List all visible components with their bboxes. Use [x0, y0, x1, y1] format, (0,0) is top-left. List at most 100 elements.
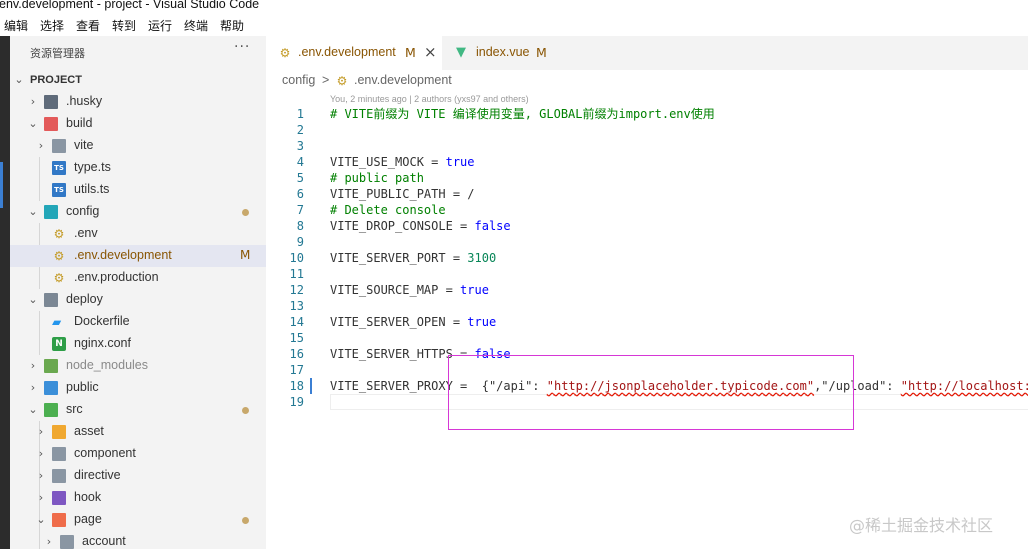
git-modified-badge: M [240, 248, 251, 262]
git-blame-codelens[interactable]: You, 2 minutes ago | 2 authors (yxs97 an… [330, 94, 529, 104]
tab-env-development[interactable]: ⚙ .env.development M × [266, 36, 442, 70]
modified-dot-icon [242, 209, 249, 216]
code-line: 9 [266, 234, 1028, 250]
menu-view[interactable]: 查看 [76, 17, 100, 34]
chevron-down-icon: ⌄ [28, 117, 38, 130]
folder-icon [44, 359, 58, 373]
line-number: 14 [289, 315, 304, 329]
env-file-icon: ⚙ [53, 249, 65, 263]
code-line: 12 VITE_SOURCE_MAP = true [266, 282, 1028, 298]
tree-folder-account[interactable]: › account [10, 531, 266, 549]
tree-label: account [82, 534, 126, 548]
code-line: 11 [266, 266, 1028, 282]
tree-file-utils-ts[interactable]: TS utils.ts [10, 179, 266, 201]
code-text: VITE_DROP_CONSOLE = false [330, 218, 511, 234]
env-file-icon: ⚙ [279, 46, 291, 60]
chevron-right-icon: › [38, 469, 44, 482]
close-icon[interactable]: × [424, 43, 437, 61]
tab-index-vue[interactable]: ▼ index.vue M [442, 36, 568, 70]
tab-label: .env.development [298, 45, 396, 59]
tree-label: type.ts [74, 160, 111, 174]
code-text: VITE_SOURCE_MAP = true [330, 282, 489, 298]
tree-label: .env [74, 226, 98, 240]
tree-label: deploy [66, 292, 103, 306]
tree-folder-asset[interactable]: › asset [10, 421, 266, 443]
watermark: @稀土掘金技术社区 [849, 516, 994, 535]
modified-dot-icon [242, 407, 249, 414]
line-number: 12 [289, 283, 304, 297]
tab-label: index.vue [476, 45, 530, 59]
tree-file-env-production[interactable]: ⚙ .env.production [10, 267, 266, 289]
tree-label: build [66, 116, 93, 130]
chevron-right-icon: › [38, 447, 44, 460]
env-key: VITE_SERVER_PORT = [330, 251, 468, 265]
tree-label: Dockerfile [74, 314, 130, 328]
menu-run[interactable]: 运行 [148, 17, 172, 34]
tree-file-dockerfile[interactable]: ▰ Dockerfile [10, 311, 266, 333]
line-number: 16 [289, 347, 304, 361]
breadcrumb-folder[interactable]: config [282, 73, 315, 87]
line-number: 18 [289, 379, 304, 393]
tree-label: vite [74, 138, 94, 152]
line-number: 5 [296, 171, 304, 185]
nginx-icon: N [52, 337, 66, 351]
tree-folder-deploy[interactable]: ⌄ deploy [10, 289, 266, 311]
folder-icon [60, 535, 74, 549]
vue-file-icon: ▼ [456, 45, 466, 60]
tree-folder-public[interactable]: › public [10, 377, 266, 399]
folder-open-icon [44, 403, 58, 417]
explorer-title: 资源管理器 [30, 47, 85, 60]
env-key: VITE_SERVER_OPEN = [330, 315, 468, 329]
menu-bar: 编辑 选择 查看 转到 运行 终端 帮助 [0, 14, 1028, 36]
folder-icon [44, 381, 58, 395]
line-number: 1 [296, 107, 304, 121]
tree-folder-hook[interactable]: › hook [10, 487, 266, 509]
code-line: 14 VITE_SERVER_OPEN = true [266, 314, 1028, 330]
code-editor[interactable]: You, 2 minutes ago | 2 authors (yxs97 an… [266, 92, 1028, 549]
env-key: VITE_SOURCE_MAP = [330, 283, 461, 297]
typescript-file-icon: TS [52, 161, 66, 175]
project-root[interactable]: ⌄ PROJECT [10, 69, 266, 91]
code-line: 15 [266, 330, 1028, 346]
chevron-right-icon: › [30, 359, 36, 372]
menu-selection[interactable]: 选择 [40, 17, 64, 34]
tree-file-nginx-conf[interactable]: N nginx.conf [10, 333, 266, 355]
tree-folder-vite[interactable]: › vite [10, 135, 266, 157]
tree-file-env-development[interactable]: ⚙ .env.development M [10, 245, 266, 267]
chevron-down-icon: ⌄ [28, 205, 38, 218]
folder-icon [44, 95, 58, 109]
tree-folder-config[interactable]: ⌄ config [10, 201, 266, 223]
env-value: true [445, 155, 475, 169]
chevron-right-icon: › [38, 425, 44, 438]
line-number: 2 [296, 123, 304, 137]
tree-file-env[interactable]: ⚙ .env [10, 223, 266, 245]
line-number: 15 [289, 331, 304, 345]
folder-icon [52, 469, 66, 483]
window-titlebar: env.development - project - Visual Studi… [0, 0, 1028, 14]
line-number: 4 [296, 155, 304, 169]
menu-go[interactable]: 转到 [112, 17, 136, 34]
tree-folder-src[interactable]: ⌄ src [10, 399, 266, 421]
typescript-file-icon: TS [52, 183, 66, 197]
git-modified-badge: M [405, 45, 416, 60]
code-comment: # public path [330, 171, 424, 185]
menu-help[interactable]: 帮助 [220, 17, 244, 34]
window-title: env.development - project - Visual Studi… [0, 0, 260, 11]
chevron-down-icon: ⌄ [14, 73, 24, 86]
tree-folder-component[interactable]: › component [10, 443, 266, 465]
tree-folder-node-modules[interactable]: › node_modules [10, 355, 266, 377]
tree-folder-page[interactable]: ⌄ page [10, 509, 266, 531]
tree-folder-husky[interactable]: › .husky [10, 91, 266, 113]
tree-folder-directive[interactable]: › directive [10, 465, 266, 487]
env-value: true [467, 315, 497, 329]
env-value: false [474, 219, 511, 233]
breadcrumb-file[interactable]: .env.development [354, 73, 452, 87]
menu-edit[interactable]: 编辑 [4, 17, 28, 34]
menu-terminal[interactable]: 终端 [184, 17, 208, 34]
more-actions-icon[interactable]: ··· [234, 39, 250, 55]
line-number: 13 [289, 299, 304, 313]
activity-active-indicator [0, 162, 3, 208]
tree-label: src [66, 402, 83, 416]
tree-folder-build[interactable]: ⌄ build [10, 113, 266, 135]
tree-file-type-ts[interactable]: TS type.ts [10, 157, 266, 179]
